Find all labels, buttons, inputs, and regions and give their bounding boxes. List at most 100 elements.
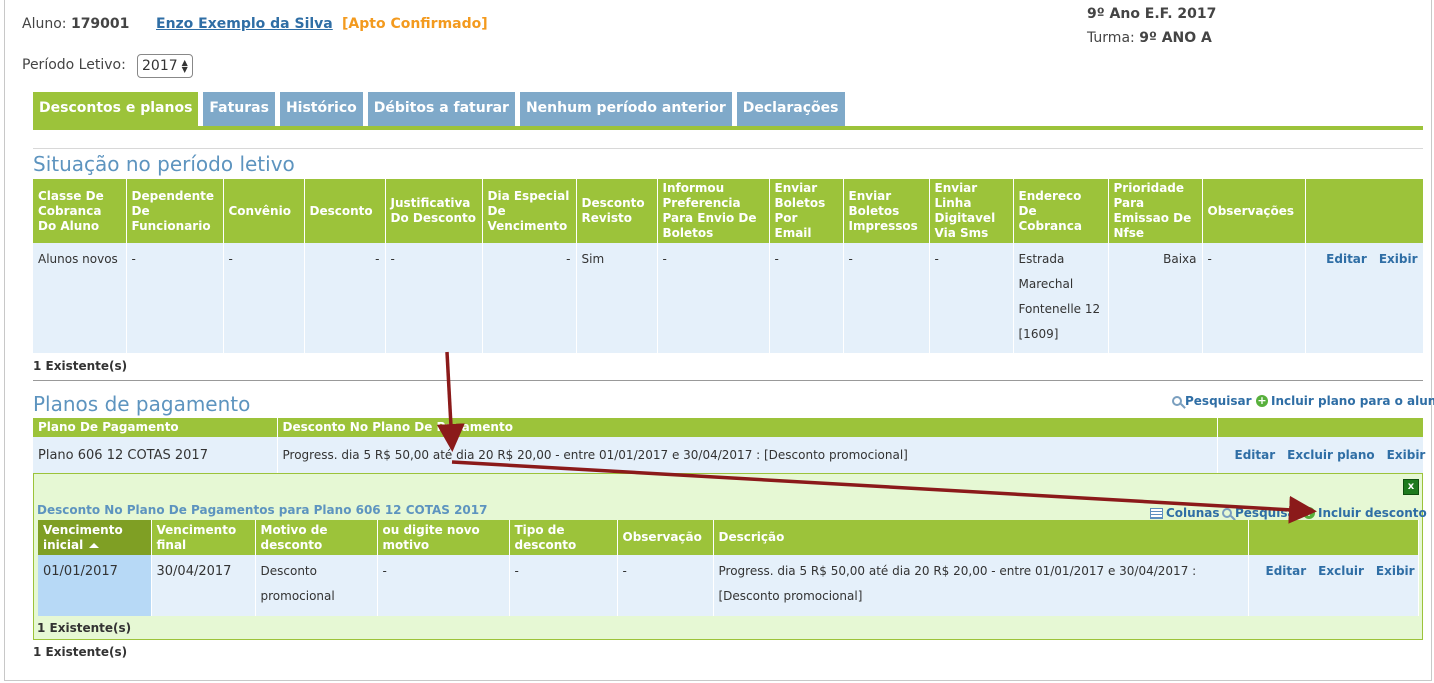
col-header[interactable]: Vencimento final: [151, 520, 256, 555]
col-header[interactable]: Tipo de desconto: [509, 520, 618, 555]
cell-novo-motivo: -: [377, 555, 510, 616]
cell-endereco: Estrada Marechal Fontenelle 12 [1609]: [1013, 243, 1109, 353]
view-button[interactable]: Exibir: [1387, 448, 1426, 462]
cell-actions: Editar Excluir Exibir: [1248, 555, 1419, 616]
col-header-label: Vencimento inicial: [43, 522, 123, 552]
subpanel-search-link[interactable]: Pesquisar: [1222, 506, 1301, 520]
col-header[interactable]: Descrição: [713, 520, 1249, 555]
cell-classe-link[interactable]: Alunos novos: [33, 243, 127, 353]
cell-desconto: -: [304, 243, 386, 353]
tab-faturas[interactable]: Faturas: [203, 92, 275, 126]
col-header[interactable]: Informou Preferencia Para Envio De Bolet…: [657, 179, 770, 243]
cell-revisto: Sim: [576, 243, 658, 353]
table-row: Alunos novos - - - - - Sim - - - - Estra…: [33, 243, 1424, 353]
cell-sms: -: [929, 243, 1014, 353]
planos-count: 1 Existente(s): [33, 645, 128, 659]
cell-email: -: [769, 243, 844, 353]
columns-link[interactable]: Colunas: [1150, 506, 1220, 520]
situacao-count: 1 Existente(s): [33, 359, 128, 373]
aluno-label: Aluno:: [22, 16, 67, 32]
tab-underline: [33, 126, 1423, 130]
view-button[interactable]: Exibir: [1379, 252, 1418, 266]
cell-tipo: -: [509, 555, 618, 616]
subpanel-search-label: Pesquisar: [1235, 506, 1302, 520]
situacao-title: Situação no período letivo: [33, 152, 295, 176]
table-row: Plano 606 12 COTAS 2017 Progress. dia 5 …: [33, 437, 1426, 473]
periodo-label: Período Letivo:: [22, 57, 126, 73]
close-icon[interactable]: x: [1403, 479, 1419, 495]
subpanel-count: 1 Existente(s): [37, 621, 132, 635]
add-icon: +: [1303, 506, 1315, 519]
col-header[interactable]: Justificativa Do Desconto: [385, 179, 483, 243]
table-header-row: Plano De Pagamento Desconto No Plano De …: [33, 418, 1424, 437]
grade-label: 9º Ano E.F. 2017: [1087, 6, 1217, 22]
tab-periodo-anterior[interactable]: Nenhum período anterior: [519, 92, 732, 126]
situacao-table: Classe De Cobranca Do Aluno Dependente D…: [33, 179, 1424, 353]
cell-observacoes: -: [1202, 243, 1306, 353]
subpanel-title: Desconto No Plano De Pagamentos para Pla…: [37, 503, 488, 517]
add-discount-label: Incluir desconto: [1318, 506, 1427, 520]
tab-historico[interactable]: Histórico: [279, 92, 363, 126]
add-plan-label: Incluir plano para o aluno: [1271, 394, 1434, 408]
planos-table: Plano De Pagamento Desconto No Plano De …: [33, 418, 1426, 473]
col-header[interactable]: Desconto No Plano De Pagamento: [277, 418, 1218, 437]
cell-motivo: Desconto promocional: [255, 555, 378, 616]
aluno-id: 179001: [70, 16, 130, 32]
col-header[interactable]: ou digite novo motivo: [377, 520, 510, 555]
cell-convenio: -: [223, 243, 305, 353]
add-discount-link[interactable]: + Incluir desconto: [1303, 506, 1427, 520]
select-arrows-icon: ▲ ▼: [181, 58, 188, 74]
divider: [33, 148, 1423, 149]
cell-justificativa: -: [385, 243, 483, 353]
col-header[interactable]: Observações: [1202, 179, 1306, 243]
status-badge: [Apto Confirmado]: [342, 16, 488, 32]
edit-button[interactable]: Editar: [1235, 448, 1276, 462]
col-header[interactable]: Dependente De Funcionario: [126, 179, 224, 243]
col-header-sorted[interactable]: Vencimento inicial: [38, 520, 152, 555]
view-button[interactable]: Exibir: [1376, 564, 1415, 578]
col-header[interactable]: Enviar Linha Digitavel Via Sms: [929, 179, 1014, 243]
periodo-select[interactable]: 2017 ▲ ▼: [137, 54, 193, 78]
add-icon: +: [1256, 394, 1268, 407]
col-header[interactable]: Enviar Boletos Por Email: [769, 179, 844, 243]
columns-icon: [1150, 507, 1163, 519]
tab-debitos[interactable]: Débitos a faturar: [367, 92, 515, 126]
turma-info: Turma: 9º ANO A: [1087, 30, 1212, 46]
add-plan-link[interactable]: + Incluir plano para o aluno: [1256, 394, 1434, 408]
col-header[interactable]: Observação: [617, 520, 714, 555]
table-header-row: Vencimento inicial Vencimento final Moti…: [38, 520, 1419, 555]
cell-actions: Editar Exibir: [1305, 243, 1424, 353]
col-header-actions: [1305, 179, 1424, 243]
cell-dia-especial: -: [482, 243, 577, 353]
turma-value: 9º ANO A: [1139, 30, 1212, 46]
col-header[interactable]: Classe De Cobranca Do Aluno: [33, 179, 127, 243]
table-row: 01/01/2017 30/04/2017 Desconto promocion…: [38, 555, 1419, 616]
search-icon: [1222, 508, 1232, 518]
student-header: Aluno: 179001: [22, 16, 129, 32]
tab-bar: Descontos e planos Faturas Histórico Déb…: [33, 92, 845, 128]
columns-label: Colunas: [1166, 506, 1220, 520]
student-name-link[interactable]: Enzo Exemplo da Silva: [156, 16, 333, 32]
col-header[interactable]: Desconto: [304, 179, 386, 243]
col-header[interactable]: Plano De Pagamento: [33, 418, 278, 437]
cell-prioridade: Baixa: [1108, 243, 1203, 353]
tab-declaracoes[interactable]: Declarações: [736, 92, 845, 126]
col-header[interactable]: Endereco De Cobranca: [1013, 179, 1109, 243]
planos-search-link[interactable]: Pesquisar: [1172, 394, 1251, 408]
cell-venc-inicial: 01/01/2017: [38, 555, 152, 616]
delete-button[interactable]: Excluir: [1318, 564, 1364, 578]
col-header[interactable]: Prioridade Para Emissao De Nfse: [1108, 179, 1203, 243]
col-header[interactable]: Dia Especial De Vencimento: [482, 179, 577, 243]
col-header[interactable]: Desconto Revisto: [576, 179, 658, 243]
col-header[interactable]: Motivo de desconto: [255, 520, 378, 555]
tab-descontos-planos[interactable]: Descontos e planos: [33, 92, 199, 128]
divider: [33, 380, 1423, 381]
col-header[interactable]: Convênio: [223, 179, 305, 243]
col-header[interactable]: Enviar Boletos Impressos: [843, 179, 930, 243]
edit-button[interactable]: Editar: [1266, 564, 1307, 578]
sort-asc-icon: [89, 542, 100, 548]
delete-plan-button[interactable]: Excluir plano: [1287, 448, 1375, 462]
cell-descricao: Progress. dia 5 R$ 50,00 até dia 20 R$ 2…: [713, 555, 1249, 616]
edit-button[interactable]: Editar: [1326, 252, 1367, 266]
search-icon: [1172, 396, 1182, 406]
